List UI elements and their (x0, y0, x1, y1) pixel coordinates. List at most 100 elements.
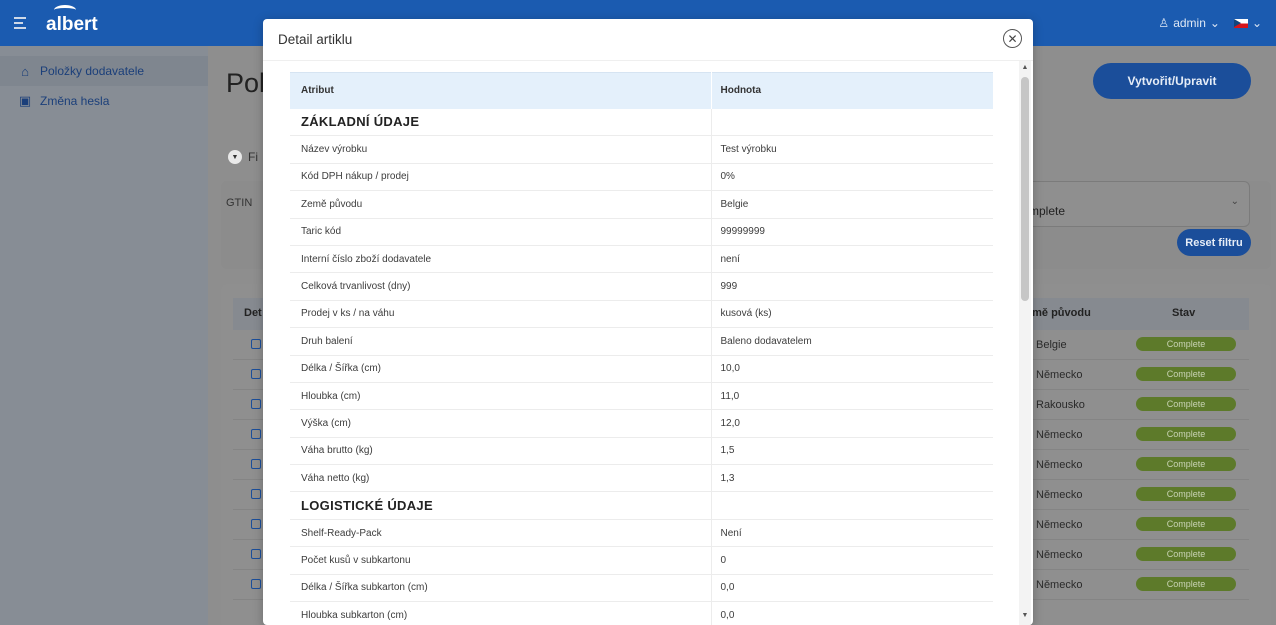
czech-flag-icon (1233, 18, 1248, 28)
attribute-name: Délka / Šířka (cm) (290, 355, 712, 383)
sidebar-item-label: Změna hesla (40, 94, 110, 108)
edit-icon[interactable] (251, 369, 261, 379)
edit-icon[interactable] (251, 429, 261, 439)
attribute-row: Interní číslo zboží dodavatele není (290, 245, 993, 274)
attribute-name: Hloubka subkarton (cm) (290, 601, 712, 625)
modal-title: Detail artiklu (278, 32, 353, 47)
status-badge: Complete (1136, 457, 1236, 471)
row-country: Německo (1036, 429, 1083, 441)
key-box-icon: ▣ (18, 93, 32, 108)
status-badge: Complete (1136, 397, 1236, 411)
attribute-row: Délka / Šířka subkarton (cm) 0,0 (290, 574, 993, 603)
scrollbar-thumb[interactable] (1021, 77, 1029, 301)
status-badge: Complete (1136, 517, 1236, 531)
attribute-name: Shelf-Ready-Pack (290, 519, 712, 548)
status-badge: Complete (1136, 547, 1236, 561)
attribute-name: Hloubka (cm) (290, 382, 712, 411)
state-select-value: mplete (1029, 204, 1066, 218)
attribute-row: Váha brutto (kg) 1,5 (290, 437, 993, 466)
section-row: ZÁKLADNÍ ÚDAJE (290, 108, 993, 137)
article-detail-modal: Detail artiklu ✕ Atribut Hodnota ZÁKLADN… (263, 19, 1033, 625)
attribute-row: Název výrobku Test výrobku (290, 135, 993, 164)
edit-icon[interactable] (251, 399, 261, 409)
row-country: Německo (1036, 549, 1083, 561)
user-icon: ♙ (1158, 16, 1170, 30)
chevron-down-icon: ⌄ (1251, 16, 1262, 30)
attribute-value (711, 108, 993, 137)
attribute-row: Délka / Šířka (cm) 10,0 (290, 355, 993, 383)
attribute-value: 0% (711, 163, 993, 192)
modal-header: Detail artiklu (263, 19, 1033, 61)
home-icon: ⌂ (21, 63, 29, 79)
attribute-row: Shelf-Ready-Pack Není (290, 519, 993, 548)
attribute-value: 10,0 (711, 355, 993, 383)
top-right-controls: ♙ admin ⌄ ⌄ (1158, 0, 1262, 46)
attribute-value: 1,3 (711, 464, 993, 493)
chevron-down-icon: ⌄ (1209, 16, 1220, 30)
section-title: LOGISTICKÉ ÚDAJE (290, 491, 712, 520)
attribute-value: Není (711, 519, 993, 548)
menu-icon[interactable] (14, 12, 36, 34)
attribute-name: Název výrobku (290, 135, 712, 164)
attribute-value: kusová (ks) (711, 300, 993, 329)
attribute-row: Hloubka (cm) 11,0 (290, 382, 993, 411)
table-header-detail: Det (244, 307, 262, 319)
edit-icon[interactable] (251, 339, 261, 349)
attribute-name: Výška (cm) (290, 409, 712, 438)
state-select[interactable]: mplete ⌄ (1020, 181, 1250, 227)
create-edit-button[interactable]: Vytvořit/Upravit (1093, 63, 1251, 99)
scroll-up-icon[interactable]: ▲ (1019, 64, 1031, 74)
row-country: Rakousko (1036, 399, 1085, 411)
attribute-value: 99999999 (711, 218, 993, 246)
table-header-country: emě původu (1026, 307, 1091, 319)
gtin-field-label: GTIN (226, 197, 253, 209)
attribute-row: Hloubka subkarton (cm) 0,0 (290, 601, 993, 625)
edit-icon[interactable] (251, 579, 261, 589)
edit-icon[interactable] (251, 519, 261, 529)
sidebar: ⌂ Položky dodavatele ▣ Změna hesla (0, 46, 208, 625)
attribute-name: Interní číslo zboží dodavatele (290, 245, 712, 274)
row-country: Německo (1036, 579, 1083, 591)
albert-logo[interactable]: albert (46, 5, 98, 36)
status-badge: Complete (1136, 337, 1236, 351)
attribute-value: Belgie (711, 190, 993, 219)
attribute-name: Váha netto (kg) (290, 464, 712, 493)
language-menu[interactable]: ⌄ (1233, 16, 1262, 30)
reset-filter-button[interactable]: Reset filtru (1177, 229, 1251, 256)
attribute-value: 1,5 (711, 437, 993, 466)
attribute-value: není (711, 245, 993, 274)
row-country: Německo (1036, 489, 1083, 501)
attribute-row: Druh balení Baleno dodavatelem (290, 327, 993, 356)
row-country: Německo (1036, 369, 1083, 381)
close-icon[interactable]: ✕ (1003, 29, 1022, 48)
attribute-table: Atribut Hodnota ZÁKLADNÍ ÚDAJE Název výr… (290, 72, 993, 625)
sidebar-item-label: Položky dodavatele (40, 64, 145, 78)
attribute-name: Celková trvanlivost (dny) (290, 272, 712, 301)
edit-icon[interactable] (251, 459, 261, 469)
sidebar-item-supplier-items[interactable]: ⌂ Položky dodavatele (0, 56, 208, 86)
row-country: Belgie (1036, 339, 1067, 351)
attribute-table-header: Atribut Hodnota (290, 72, 993, 109)
status-badge: Complete (1136, 487, 1236, 501)
attribute-name: Prodej v ks / na váhu (290, 300, 712, 329)
attribute-value: 11,0 (711, 382, 993, 411)
edit-icon[interactable] (251, 549, 261, 559)
attribute-value: Baleno dodavatelem (711, 327, 993, 356)
attribute-value: 999 (711, 272, 993, 301)
section-title: ZÁKLADNÍ ÚDAJE (290, 108, 712, 137)
scroll-down-icon[interactable]: ▼ (1019, 612, 1031, 622)
sidebar-item-change-password[interactable]: ▣ Změna hesla (0, 86, 208, 116)
filters-toggle[interactable]: ▼ Fi (228, 150, 258, 164)
chevron-down-icon: ⌄ (1230, 196, 1239, 207)
attribute-name: Váha brutto (kg) (290, 437, 712, 466)
attribute-name: Taric kód (290, 218, 712, 246)
user-menu[interactable]: ♙ admin ⌄ (1158, 16, 1220, 30)
attribute-value (711, 491, 993, 520)
modal-scrollbar[interactable]: ▲ ▼ (1019, 61, 1031, 625)
attribute-row: Výška (cm) 12,0 (290, 409, 993, 438)
row-country: Německo (1036, 459, 1083, 471)
attribute-row: Váha netto (kg) 1,3 (290, 464, 993, 493)
attribute-name: Délka / Šířka subkarton (cm) (290, 574, 712, 603)
attribute-value: Test výrobku (711, 135, 993, 164)
edit-icon[interactable] (251, 489, 261, 499)
